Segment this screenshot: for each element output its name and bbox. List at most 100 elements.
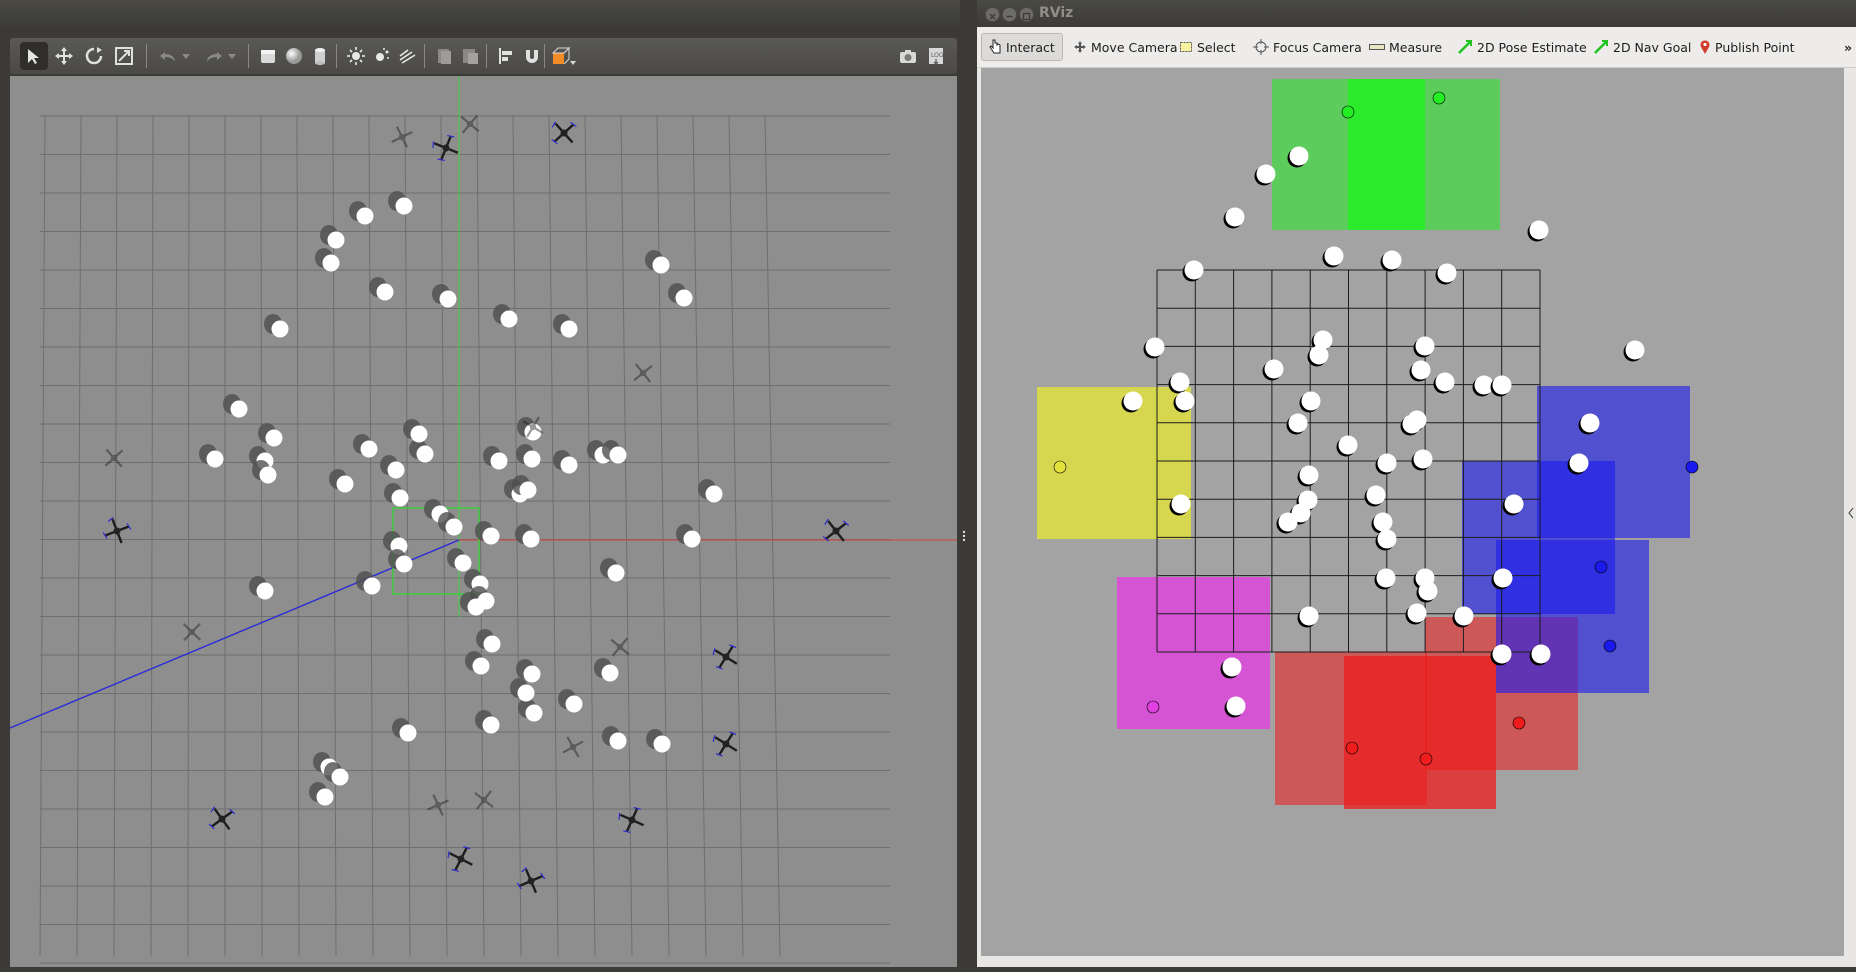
obstacle-sphere xyxy=(560,320,578,338)
obstacle-sphere xyxy=(316,788,334,806)
spot-light-button[interactable] xyxy=(394,42,422,70)
toolbar-separator xyxy=(146,44,147,68)
obstacle-marker xyxy=(1373,512,1393,532)
camera-icon xyxy=(900,50,916,63)
toolbar-separator xyxy=(336,44,337,68)
move-camera-tool-button[interactable]: Move Camera xyxy=(1073,33,1178,61)
paste-button[interactable] xyxy=(456,42,484,70)
maximize-icon xyxy=(1022,12,1031,21)
obstacle-sphere xyxy=(500,310,518,328)
goal-marker xyxy=(1345,741,1359,755)
focus-crosshair-icon xyxy=(1253,39,1269,55)
obstacle-marker xyxy=(1492,644,1512,664)
rotate-mode-button[interactable] xyxy=(80,42,108,70)
obstacle-sphere xyxy=(256,582,274,600)
obstacle-marker xyxy=(1435,372,1455,392)
obstacle-marker xyxy=(1288,413,1308,433)
scale-mode-button[interactable] xyxy=(110,42,138,70)
box-icon xyxy=(261,50,275,63)
close-window-button[interactable] xyxy=(985,7,1000,22)
toolbar-overflow-button[interactable]: » xyxy=(1844,33,1852,61)
select-tool-button[interactable]: Select xyxy=(1179,33,1236,61)
paste-icon xyxy=(463,49,478,64)
obstacle-marker xyxy=(1225,207,1245,227)
minimize-window-button[interactable] xyxy=(1002,7,1017,22)
splitter-grip-icon xyxy=(962,530,966,542)
sphere-icon xyxy=(286,48,302,64)
obstacle-sphere xyxy=(609,446,627,464)
point-light-button[interactable] xyxy=(368,42,396,70)
translate-mode-button[interactable] xyxy=(50,42,78,70)
spot-light-icon xyxy=(399,49,416,64)
maximize-window-button[interactable] xyxy=(1019,7,1034,22)
cylinder-shape-button[interactable] xyxy=(306,42,334,70)
ruler-icon xyxy=(1369,44,1385,50)
focus-camera-label: Focus Camera xyxy=(1273,39,1362,55)
redo-dropdown[interactable] xyxy=(224,42,240,70)
obstacle-marker xyxy=(1413,449,1433,469)
rviz-side-handle[interactable] xyxy=(1844,68,1856,967)
magnet-icon xyxy=(526,50,538,63)
obstacle-sphere xyxy=(675,289,693,307)
nav-goal-tool-button[interactable]: 2D Nav Goal xyxy=(1593,33,1691,61)
obstacle-marker xyxy=(1299,606,1319,626)
sun-light-button[interactable] xyxy=(342,42,370,70)
obstacle-marker xyxy=(1175,391,1195,411)
rviz-toolbar: Interact Move Camera Select Focus Camera… xyxy=(977,27,1856,68)
obstacle-sphere xyxy=(472,657,490,675)
obstacle-marker xyxy=(1278,512,1298,532)
obstacle-marker xyxy=(1256,164,1276,184)
rviz-scene[interactable] xyxy=(981,68,1844,956)
obstacle-sphere xyxy=(454,554,472,572)
rviz-titlebar: RViz xyxy=(977,0,1856,27)
align-icon xyxy=(499,48,512,64)
measure-label: Measure xyxy=(1389,39,1443,55)
obstacle-marker xyxy=(1366,485,1386,505)
obstacle-sphere xyxy=(322,254,340,272)
measure-tool-button[interactable]: Measure xyxy=(1369,33,1442,61)
copy-button[interactable] xyxy=(430,42,458,70)
obstacle-marker xyxy=(1145,337,1165,357)
obstacle-sphere xyxy=(483,635,501,653)
obstacle-sphere xyxy=(331,768,349,786)
interact-tool-button[interactable]: Interact xyxy=(981,33,1063,61)
rviz-3d-view[interactable] xyxy=(981,68,1844,956)
sphere-shape-button[interactable] xyxy=(280,42,308,70)
align-button[interactable] xyxy=(492,42,520,70)
obstacle-marker xyxy=(1184,260,1204,280)
goal-marker xyxy=(1053,460,1067,474)
publish-point-tool-button[interactable]: Publish Point xyxy=(1699,33,1795,61)
obstacle-marker xyxy=(1301,391,1321,411)
change-view-button[interactable] xyxy=(550,42,578,70)
obstacle-sphere xyxy=(525,704,543,722)
focus-camera-tool-button[interactable]: Focus Camera xyxy=(1253,33,1362,61)
pose-estimate-label: 2D Pose Estimate xyxy=(1477,39,1587,55)
snap-button[interactable] xyxy=(518,42,546,70)
obstacle-marker xyxy=(1222,657,1242,677)
obstacle-sphere xyxy=(376,283,394,301)
obstacle-marker xyxy=(1493,568,1513,588)
gazebo-scene[interactable] xyxy=(10,76,957,967)
obstacle-sphere xyxy=(683,530,701,548)
obstacle-sphere xyxy=(522,530,540,548)
obstacle-marker xyxy=(1289,146,1309,166)
screenshot-button[interactable] xyxy=(894,42,922,70)
obstacle-marker xyxy=(1171,494,1191,514)
select-mode-button[interactable] xyxy=(20,42,48,70)
obstacle-marker xyxy=(1454,606,1474,626)
log-button[interactable]: LOG xyxy=(922,42,950,70)
obstacle-marker xyxy=(1580,413,1600,433)
pose-estimate-tool-button[interactable]: 2D Pose Estimate xyxy=(1457,33,1587,61)
goal-marker xyxy=(1512,716,1526,730)
obstacle-marker xyxy=(1531,644,1551,664)
gazebo-3d-viewport[interactable] xyxy=(10,76,957,967)
obstacle-marker xyxy=(1418,581,1438,601)
splitter-handle[interactable] xyxy=(960,0,977,967)
obstacle-marker xyxy=(1492,375,1512,395)
undo-dropdown[interactable] xyxy=(178,42,194,70)
obstacle-sphere xyxy=(652,256,670,274)
box-shape-button[interactable] xyxy=(254,42,282,70)
obstacle-marker xyxy=(1411,360,1431,380)
window-title: RViz xyxy=(1039,5,1074,21)
rotate-icon xyxy=(85,47,103,65)
